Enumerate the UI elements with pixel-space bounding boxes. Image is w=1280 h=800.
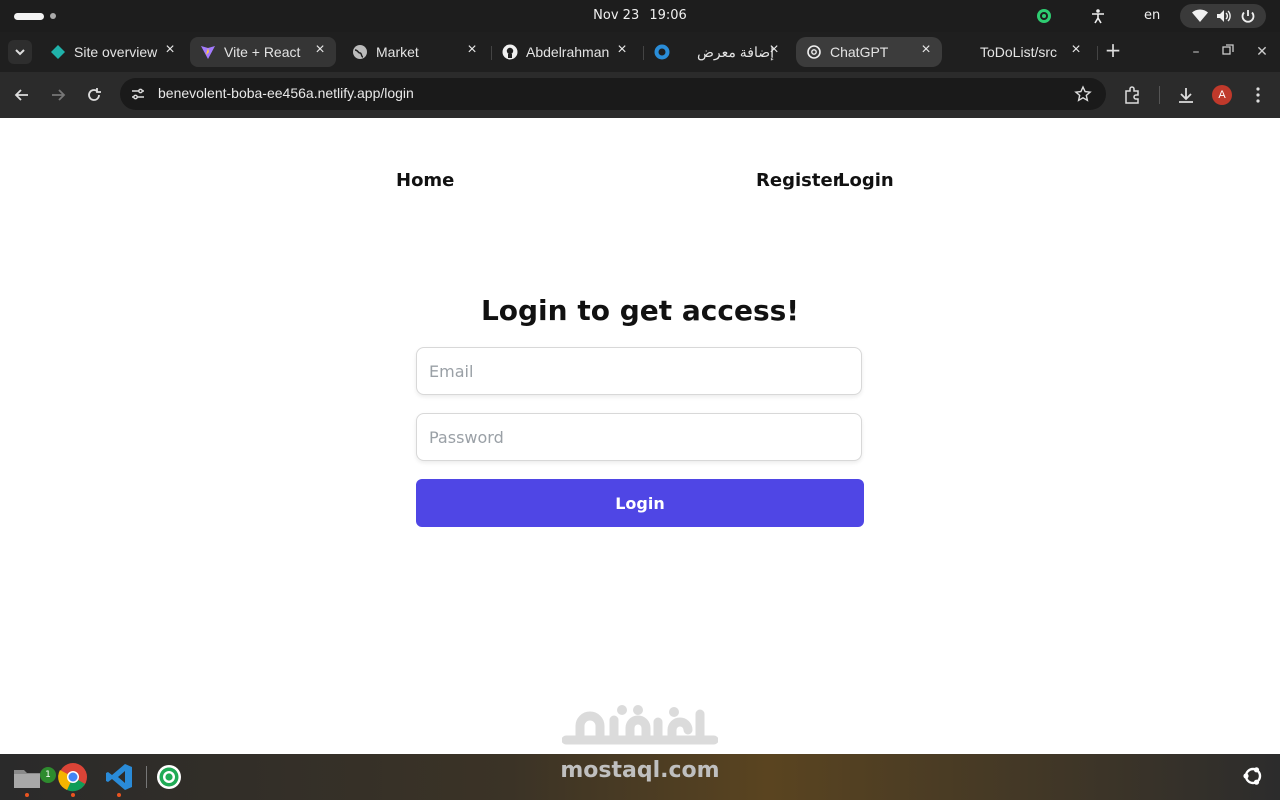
os-clock[interactable]: Nov 23 19:06 [0,8,1280,23]
tab-separator [1097,46,1098,60]
close-tab-icon[interactable]: × [464,42,480,58]
profile-avatar[interactable]: A [1212,85,1232,105]
mostaql-icon [654,44,670,60]
close-tab-icon[interactable]: × [766,42,782,58]
os-top-bar: Nov 23 19:06 en [0,0,1280,32]
tab-title: Abdelrahman [526,44,610,60]
address-bar[interactable]: benevolent-boba-ee456a.netlify.app/login [120,78,1106,110]
running-indicator [117,793,121,797]
web-page: Home Register Login Login to get access!… [0,118,1280,754]
whatsapp-tray-icon[interactable] [1036,8,1052,24]
volume-icon [1217,10,1231,22]
reload-icon[interactable] [84,85,104,105]
power-icon [1241,10,1255,23]
close-tab-icon[interactable]: × [614,42,630,58]
tab-search-button[interactable] [8,40,32,64]
tab-todolist[interactable]: ToDoList/src × [946,37,1092,67]
toolbar-divider [1159,86,1160,104]
github-icon [502,44,518,60]
more-menu-icon[interactable] [1248,85,1268,105]
vite-icon [201,46,215,59]
tab-title: ChatGPT [830,44,889,60]
new-tab-button[interactable]: + [1104,40,1122,60]
running-indicator [71,793,75,797]
tab-title: Market [376,44,419,60]
tab-title: ToDoList/src [980,44,1058,60]
tab-market[interactable]: Market × [342,37,488,67]
keyboard-language[interactable]: en [1144,8,1160,23]
tab-mostaql[interactable]: إضافة معرض × [644,37,790,67]
chevron-down-icon [15,49,25,56]
bookmark-star-icon[interactable] [1074,85,1092,103]
watermark-text: mostaql.com [560,758,720,783]
back-icon[interactable] [12,85,32,105]
wifi-icon [1192,9,1208,22]
globe-icon [353,45,367,59]
url-text[interactable]: benevolent-boba-ee456a.netlify.app/login [158,85,414,101]
browser-tab-strip: Site overview × Vite + React × Market × … [0,32,1280,72]
close-tab-icon[interactable]: × [1068,42,1084,58]
browser-toolbar: benevolent-boba-ee456a.netlify.app/login [0,72,1280,118]
tab-site-overview[interactable]: Site overview × [40,37,186,67]
tab-title: Vite + React [224,44,301,60]
site-info-icon[interactable] [130,86,146,102]
tab-title: Site overview [74,44,158,60]
nav-link-register[interactable]: Register [756,170,842,191]
os-time: 19:06 [649,8,687,23]
tab-title: إضافة معرض [696,44,774,60]
nav-link-login[interactable]: Login [838,170,894,191]
mostaql-watermark-logo [562,705,718,745]
netlify-icon [51,45,65,59]
close-tab-icon[interactable]: × [162,42,178,58]
login-button[interactable]: Login [416,479,864,527]
page-title: Login to get access! [480,294,800,327]
restore-window-icon[interactable] [1220,44,1236,60]
close-tab-icon[interactable]: × [312,42,328,58]
close-tab-icon[interactable]: × [918,42,934,58]
minimize-window-icon[interactable]: – [1188,44,1204,60]
extensions-icon[interactable] [1122,85,1142,105]
tab-chatgpt[interactable]: ChatGPT × [796,37,942,67]
os-date: Nov 23 [593,8,640,23]
tab-vite-react[interactable]: Vite + React × [190,37,336,67]
chatgpt-icon [807,45,821,59]
forward-icon[interactable] [48,85,68,105]
downloads-icon[interactable] [1176,85,1196,105]
close-window-icon[interactable]: ✕ [1254,44,1270,60]
accessibility-icon[interactable] [1090,8,1106,24]
nav-link-home[interactable]: Home [396,170,454,191]
tab-github[interactable]: Abdelrahman × [492,37,638,67]
email-field[interactable] [416,347,862,395]
system-status-menu[interactable] [1180,4,1266,28]
password-field[interactable] [416,413,862,461]
running-indicator [25,793,29,797]
